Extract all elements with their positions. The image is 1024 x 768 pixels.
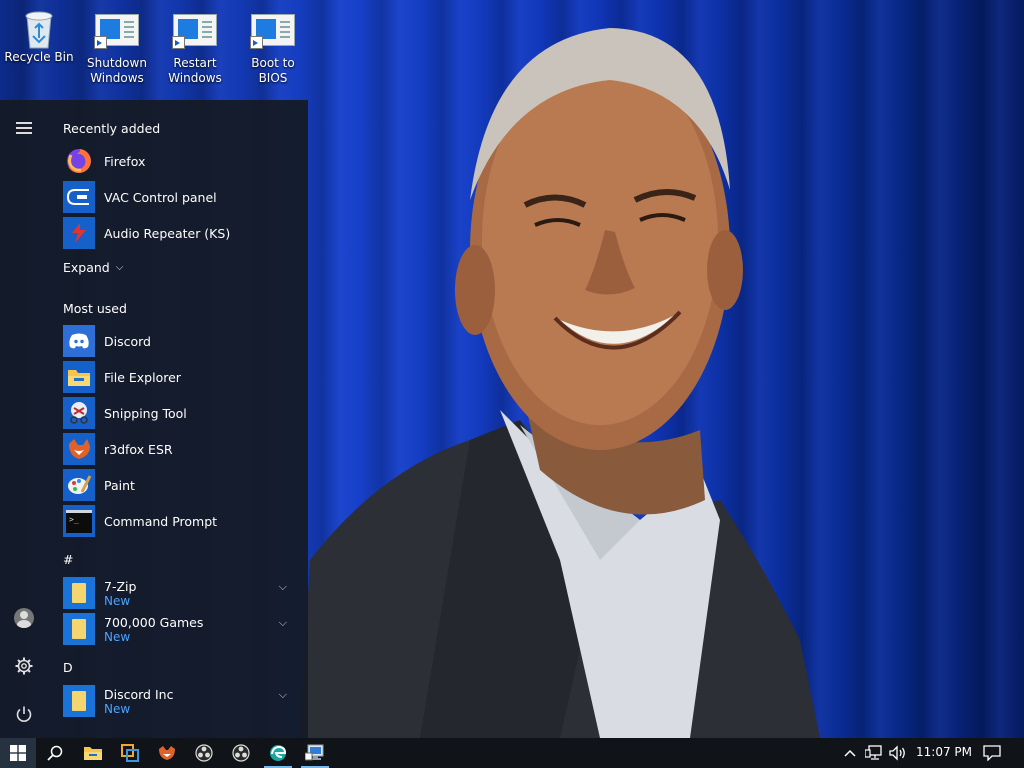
desktop-icon-restart-windows[interactable]: Restart Windows bbox=[157, 8, 233, 86]
desktop-icon-label: Restart Windows bbox=[168, 56, 222, 85]
start-menu: Recently added Firefox VAC Control panel bbox=[0, 100, 308, 738]
app-item-7-zip[interactable]: 7-Zip New ⌵ bbox=[63, 576, 301, 610]
firefox-fox-icon bbox=[159, 746, 175, 760]
vmware-icon bbox=[121, 744, 139, 762]
audio-repeater-icon bbox=[63, 217, 95, 249]
app-item-paint[interactable]: Paint bbox=[63, 468, 301, 502]
app-item-label: Paint bbox=[104, 477, 135, 493]
app-item-discord[interactable]: Discord bbox=[63, 324, 301, 358]
file-explorer-icon bbox=[63, 361, 95, 393]
notification-icon bbox=[983, 745, 1001, 761]
chevron-down-icon[interactable]: ⌵ bbox=[279, 616, 287, 630]
folder-icon bbox=[63, 577, 95, 609]
section-header-hash: # bbox=[63, 552, 74, 567]
desktop-icon-label: Shutdown Windows bbox=[87, 56, 147, 85]
snipping-tool-icon bbox=[63, 397, 95, 429]
shortcut-icon bbox=[94, 14, 139, 54]
desktop-icon-shutdown-windows[interactable]: Shutdown Windows bbox=[79, 8, 155, 86]
obs-icon bbox=[195, 744, 213, 762]
edge-icon bbox=[270, 745, 287, 761]
volume-button[interactable] bbox=[886, 738, 910, 768]
folder-icon bbox=[63, 685, 95, 717]
settings-button[interactable] bbox=[8, 650, 40, 682]
taskbar-remote-desktop[interactable] bbox=[297, 738, 333, 768]
section-header-most-used: Most used bbox=[63, 301, 127, 316]
taskbar-obs-2[interactable] bbox=[223, 738, 259, 768]
search-icon bbox=[47, 745, 63, 761]
app-item-label: Command Prompt bbox=[104, 513, 218, 529]
firefox-icon bbox=[63, 145, 95, 177]
recycle-bin-icon bbox=[17, 8, 61, 49]
app-item-audio-repeater[interactable]: Audio Repeater (KS) bbox=[63, 216, 301, 250]
network-button[interactable] bbox=[862, 738, 886, 768]
app-item-command-prompt[interactable]: >_ Command Prompt bbox=[63, 504, 301, 538]
start-menu-rail bbox=[0, 100, 48, 738]
app-item-file-explorer[interactable]: File Explorer bbox=[63, 360, 301, 394]
taskbar: 11:07 PM bbox=[0, 738, 1024, 768]
start-button[interactable] bbox=[0, 738, 36, 768]
app-item-label: Discord bbox=[104, 333, 151, 349]
r3dfox-icon bbox=[63, 433, 95, 465]
new-badge: New bbox=[104, 701, 131, 716]
user-account-button[interactable] bbox=[8, 602, 40, 634]
discord-icon bbox=[63, 325, 95, 357]
taskbar-obs[interactable] bbox=[186, 738, 222, 768]
taskbar-file-explorer[interactable] bbox=[75, 738, 111, 768]
app-item-label: Firefox bbox=[104, 153, 146, 169]
chevron-down-icon: ⌵ bbox=[115, 261, 124, 273]
section-header-recently-added: Recently added bbox=[63, 121, 161, 136]
app-item-snipping-tool[interactable]: Snipping Tool bbox=[63, 396, 301, 430]
remote-desktop-icon bbox=[305, 744, 324, 761]
desktop-icon-label: Boot to BIOS bbox=[251, 56, 295, 85]
chevron-down-icon[interactable]: ⌵ bbox=[279, 688, 287, 702]
network-icon bbox=[865, 745, 882, 760]
taskbar-vmware[interactable] bbox=[112, 738, 148, 768]
gear-icon bbox=[15, 657, 33, 675]
section-header-d: D bbox=[63, 660, 73, 675]
app-item-label: Audio Repeater (KS) bbox=[104, 225, 231, 241]
power-icon bbox=[16, 706, 32, 722]
search-button[interactable] bbox=[37, 738, 73, 768]
paint-icon bbox=[63, 469, 95, 501]
app-item-label: r3dfox ESR bbox=[104, 441, 173, 457]
chevron-up-icon bbox=[844, 749, 856, 757]
obs-icon bbox=[232, 744, 250, 762]
vac-icon bbox=[63, 181, 95, 213]
app-item-firefox[interactable]: Firefox bbox=[63, 144, 301, 178]
app-item-label: 7-Zip bbox=[104, 578, 137, 594]
desktop-icon-boot-to-bios[interactable]: Boot to BIOS bbox=[235, 8, 311, 86]
windows-logo-icon bbox=[10, 745, 26, 761]
new-badge: New bbox=[104, 629, 131, 644]
app-item-label: Snipping Tool bbox=[104, 405, 187, 421]
taskbar-edge[interactable] bbox=[260, 738, 296, 768]
expand-label: Expand bbox=[63, 259, 110, 275]
power-button[interactable] bbox=[8, 698, 40, 730]
taskbar-fox-app[interactable] bbox=[149, 738, 185, 768]
app-item-700000-games[interactable]: 700,000 Games New ⌵ bbox=[63, 612, 301, 646]
shortcut-icon bbox=[250, 14, 295, 54]
avatar-icon bbox=[14, 608, 34, 628]
app-item-label: VAC Control panel bbox=[104, 189, 217, 205]
app-item-vac-control-panel[interactable]: VAC Control panel bbox=[63, 180, 301, 214]
app-item-label: 700,000 Games bbox=[104, 614, 204, 630]
desktop-icon-recycle-bin[interactable]: Recycle Bin bbox=[1, 8, 77, 65]
chevron-down-icon[interactable]: ⌵ bbox=[279, 580, 287, 594]
hamburger-menu-button[interactable] bbox=[8, 112, 40, 144]
volume-icon bbox=[889, 745, 905, 761]
app-item-r3dfox-esr[interactable]: r3dfox ESR bbox=[63, 432, 301, 466]
clock[interactable]: 11:07 PM bbox=[916, 745, 972, 759]
command-prompt-icon: >_ bbox=[63, 505, 95, 537]
action-center-button[interactable] bbox=[974, 738, 1010, 768]
hamburger-icon bbox=[16, 119, 32, 137]
desktop-icon-label: Recycle Bin bbox=[4, 50, 74, 64]
app-item-label: File Explorer bbox=[104, 369, 181, 385]
expand-button[interactable]: Expand ⌵ bbox=[63, 252, 301, 282]
app-item-discord-inc[interactable]: Discord Inc New ⌵ bbox=[63, 684, 301, 718]
show-hidden-icons-button[interactable] bbox=[838, 738, 862, 768]
app-item-label: Discord Inc bbox=[104, 686, 174, 702]
folder-icon bbox=[63, 613, 95, 645]
shortcut-icon bbox=[172, 14, 217, 54]
new-badge: New bbox=[104, 593, 131, 608]
file-explorer-icon bbox=[84, 747, 102, 760]
